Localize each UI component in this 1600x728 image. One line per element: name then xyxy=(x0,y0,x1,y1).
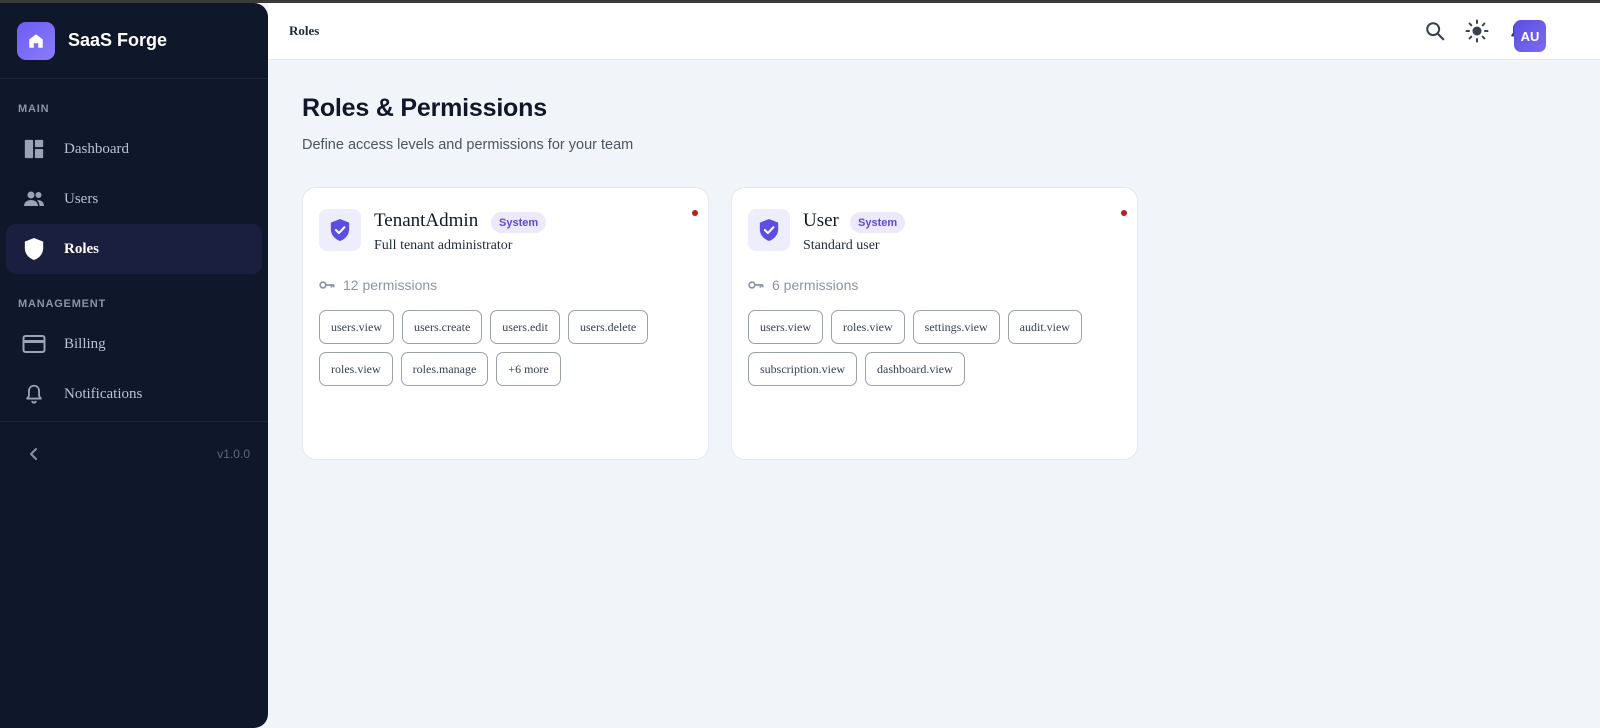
key-icon xyxy=(319,280,335,290)
permission-chip[interactable]: settings.view xyxy=(912,310,1000,344)
status-dot xyxy=(1121,210,1127,216)
permission-count-label: 12 permissions xyxy=(343,277,438,293)
theme-toggle-button[interactable] xyxy=(1465,19,1489,43)
collapse-sidebar-button[interactable] xyxy=(26,446,42,462)
key-icon xyxy=(748,280,764,290)
more-permissions-chip[interactable]: +6 more xyxy=(496,352,561,386)
permission-chip[interactable]: roles.view xyxy=(831,310,905,344)
permission-chip[interactable]: subscription.view xyxy=(748,352,857,386)
sidebar-item-label: Billing xyxy=(64,335,106,352)
shield-check-icon xyxy=(319,209,361,251)
permission-chip[interactable]: dashboard.view xyxy=(865,352,965,386)
sidebar-item-label: Notifications xyxy=(64,385,143,402)
system-badge: System xyxy=(850,212,906,233)
sidebar-item-dashboard[interactable]: Dashboard xyxy=(6,124,262,174)
shield-check-icon xyxy=(748,209,790,251)
permission-chip[interactable]: roles.view xyxy=(319,352,393,386)
status-dot xyxy=(692,210,698,216)
brand[interactable]: SaaS Forge xyxy=(0,3,268,79)
role-card-tenantadmin[interactable]: TenantAdmin System Full tenant administr… xyxy=(302,187,709,460)
users-icon xyxy=(22,187,46,211)
permission-count: 12 permissions xyxy=(319,277,437,293)
sidebar-item-billing[interactable]: Billing xyxy=(6,319,262,369)
window-top-border xyxy=(0,0,1600,3)
permission-chip[interactable]: users.view xyxy=(748,310,823,344)
sidebar-item-label: Roles xyxy=(64,240,99,257)
role-card-user[interactable]: User System Standard user 6 permissions … xyxy=(731,187,1138,460)
permission-chip[interactable]: roles.manage xyxy=(400,352,489,386)
sidebar-item-label: Dashboard xyxy=(64,140,129,157)
permission-chip[interactable]: audit.view xyxy=(1007,310,1082,344)
app-version: v1.0.0 xyxy=(217,446,250,461)
role-name: TenantAdmin xyxy=(374,210,479,231)
sidebar-item-label: Users xyxy=(64,190,99,207)
page-title: Roles & Permissions xyxy=(302,94,547,122)
page-subtitle: Define access levels and permissions for… xyxy=(302,137,634,153)
role-description: Full tenant administrator xyxy=(374,238,513,253)
home-icon xyxy=(17,21,55,60)
role-description: Standard user xyxy=(803,238,880,253)
shield-icon xyxy=(22,237,46,261)
sidebar-item-notifications[interactable]: Notifications xyxy=(6,369,262,419)
user-avatar[interactable]: AU xyxy=(1514,20,1546,52)
permission-chip[interactable]: users.delete xyxy=(567,310,649,344)
sidebar-item-roles[interactable]: Roles xyxy=(6,224,262,274)
permission-chip[interactable]: users.edit xyxy=(490,310,560,344)
bell-icon xyxy=(22,382,46,406)
chevron-left-icon xyxy=(30,447,37,460)
sidebar: SaaS Forge MAIN Dashboard Users Roles MA… xyxy=(0,3,268,728)
app-name: SaaS Forge xyxy=(68,30,168,50)
section-label-management: MANAGEMENT xyxy=(18,298,107,310)
top-header: Roles AU xyxy=(268,3,1600,60)
sidebar-item-users[interactable]: Users xyxy=(6,174,262,224)
permission-chips: users.view roles.view settings.view audi… xyxy=(748,310,1128,386)
breadcrumb: Roles xyxy=(289,23,320,38)
permission-chip[interactable]: users.view xyxy=(319,310,394,344)
search-button[interactable] xyxy=(1423,19,1447,43)
role-name: User xyxy=(803,210,839,231)
sidebar-footer: v1.0.0 xyxy=(0,421,268,485)
sun-icon xyxy=(1465,19,1489,43)
section-label-main: MAIN xyxy=(18,103,50,115)
search-icon xyxy=(1426,22,1445,41)
dashboard-icon xyxy=(22,137,46,161)
permission-count-label: 6 permissions xyxy=(772,277,859,293)
permission-chip[interactable]: users.create xyxy=(402,310,483,344)
credit-card-icon xyxy=(22,332,46,356)
permission-chips: users.view users.create users.edit users… xyxy=(319,310,699,386)
system-badge: System xyxy=(491,212,547,233)
permission-count: 6 permissions xyxy=(748,277,858,293)
